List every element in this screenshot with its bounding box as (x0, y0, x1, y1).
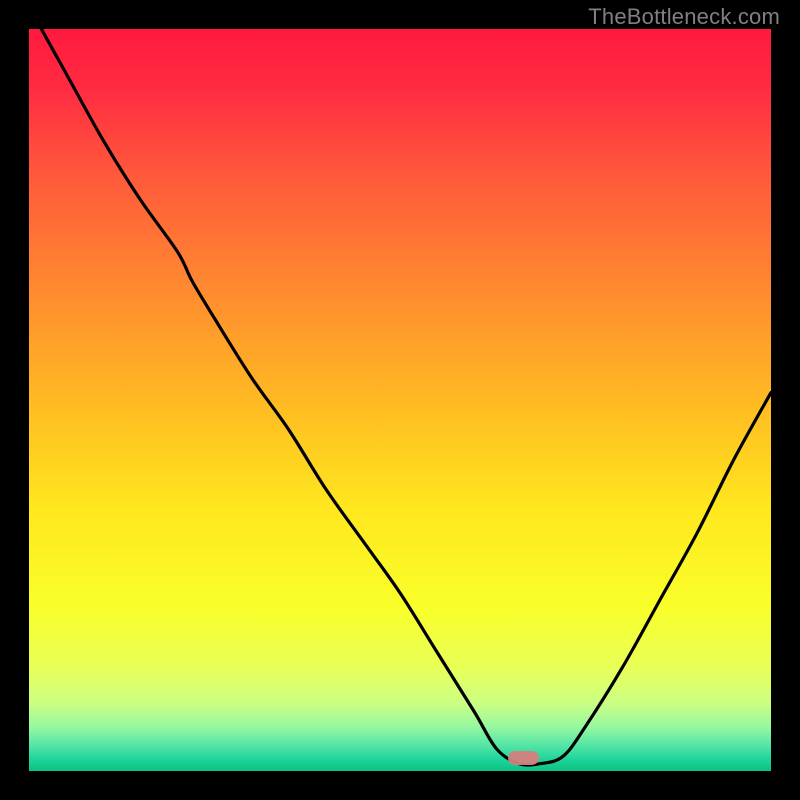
bottleneck-curve (29, 29, 771, 771)
source-credit: TheBottleneck.com (588, 4, 780, 30)
chart-frame: TheBottleneck.com (0, 0, 800, 800)
optimal-marker (508, 751, 539, 765)
plot-area (29, 29, 771, 771)
